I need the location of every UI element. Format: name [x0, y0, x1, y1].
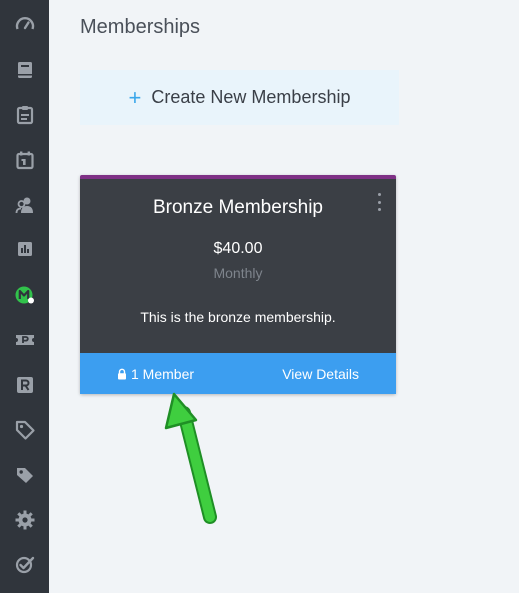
main-content: Memberships + Create New Membership Bron…: [49, 0, 519, 593]
membership-description: This is the bronze membership.: [140, 309, 336, 325]
lock-icon: [118, 368, 126, 379]
tag-icon: [15, 420, 35, 440]
sidebar: [0, 0, 49, 593]
view-details-link[interactable]: View Details: [282, 366, 359, 382]
tags-icon: [16, 468, 33, 483]
nav-tag[interactable]: [0, 414, 49, 446]
nav-reports[interactable]: [0, 233, 49, 265]
create-membership-button[interactable]: + Create New Membership: [80, 70, 399, 125]
bar-chart-icon: [17, 242, 32, 256]
plus-icon: +: [128, 84, 142, 110]
register-r-icon: [16, 377, 33, 393]
nav-memberships[interactable]: [0, 279, 49, 311]
calendar-icon: [15, 151, 34, 170]
membership-price: $40.00: [213, 240, 263, 257]
nav-calendar[interactable]: [0, 144, 49, 176]
nav-settings[interactable]: [0, 504, 49, 536]
nav-dashboard[interactable]: [0, 9, 49, 41]
nav-check[interactable]: [0, 548, 49, 580]
member-count-label: 1 Member: [131, 365, 195, 382]
member-count-link[interactable]: 1 Member: [117, 366, 194, 382]
nav-books[interactable]: [0, 54, 49, 86]
membership-period: Monthly: [213, 265, 263, 281]
nav-tickets[interactable]: [0, 324, 49, 356]
clipboard-icon: [16, 106, 33, 125]
membership-title: Bronze Membership: [152, 197, 324, 218]
memberships-m-icon: [15, 286, 34, 304]
check-badge-icon: [15, 556, 34, 574]
gear-icon: [15, 510, 34, 530]
nav-users[interactable]: [0, 189, 49, 221]
nav-registrations[interactable]: [0, 369, 49, 401]
membership-card: Bronze Membership $40.00 Monthly This is…: [80, 175, 396, 394]
nav-tags[interactable]: [0, 459, 49, 491]
card-footer: 1 Member View Details: [80, 353, 396, 394]
book-icon: [17, 62, 32, 78]
users-icon: [15, 197, 33, 214]
dashboard-gauge-icon: [15, 17, 34, 30]
more-options-icon[interactable]: [374, 193, 384, 211]
ticket-p-icon: [15, 335, 34, 345]
page-title: Memberships: [80, 16, 201, 38]
create-membership-label: Create New Membership: [151, 87, 351, 107]
nav-clipboard[interactable]: [0, 99, 49, 131]
